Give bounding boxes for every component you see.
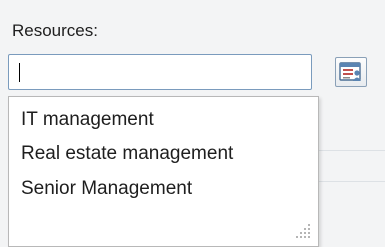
resources-dropdown[interactable]: IT management Real estate management Sen… (8, 96, 319, 247)
address-book-icon (339, 62, 361, 81)
resources-input[interactable] (8, 54, 312, 90)
text-caret (19, 63, 20, 82)
resource-picker-button[interactable] (335, 57, 367, 87)
option-senior-management[interactable]: Senior Management (21, 178, 192, 200)
separator-line (319, 181, 385, 182)
option-it-management[interactable]: IT management (21, 109, 154, 131)
option-real-estate-management[interactable]: Real estate management (21, 143, 233, 165)
resources-label: Resources: (12, 21, 98, 40)
resize-grip-icon[interactable] (290, 218, 314, 242)
separator-line (319, 150, 385, 151)
